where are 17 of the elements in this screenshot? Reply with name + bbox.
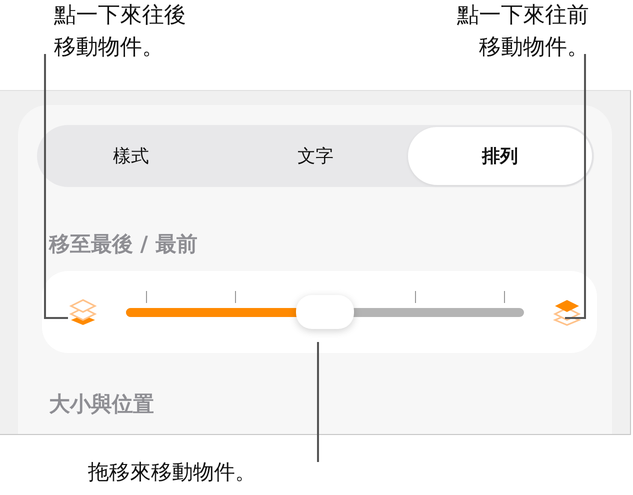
callout-text: 移動物件。 <box>479 34 589 62</box>
tab[interactable]: 排列 <box>408 127 592 185</box>
callout-text: 移動物件。 <box>54 34 164 62</box>
tab[interactable]: 文字 <box>223 127 408 185</box>
tick-mark <box>414 291 416 303</box>
tick-mark <box>504 291 506 303</box>
tick-mark <box>235 291 236 303</box>
tick-mark <box>146 291 147 303</box>
send-backward-icon[interactable] <box>68 297 98 327</box>
callout-text: 點一下來往前 <box>457 2 589 30</box>
section-heading: 大小與位置 <box>49 391 155 418</box>
callout-text: 拖移來移動物件。 <box>88 459 257 486</box>
bring-forward-icon[interactable] <box>552 297 582 327</box>
callout-text: 點一下來往後 <box>54 2 186 30</box>
slider-thumb[interactable] <box>296 295 354 329</box>
section-heading: 移至最後 / 最前 <box>49 231 198 258</box>
tab[interactable]: 樣式 <box>39 127 224 185</box>
